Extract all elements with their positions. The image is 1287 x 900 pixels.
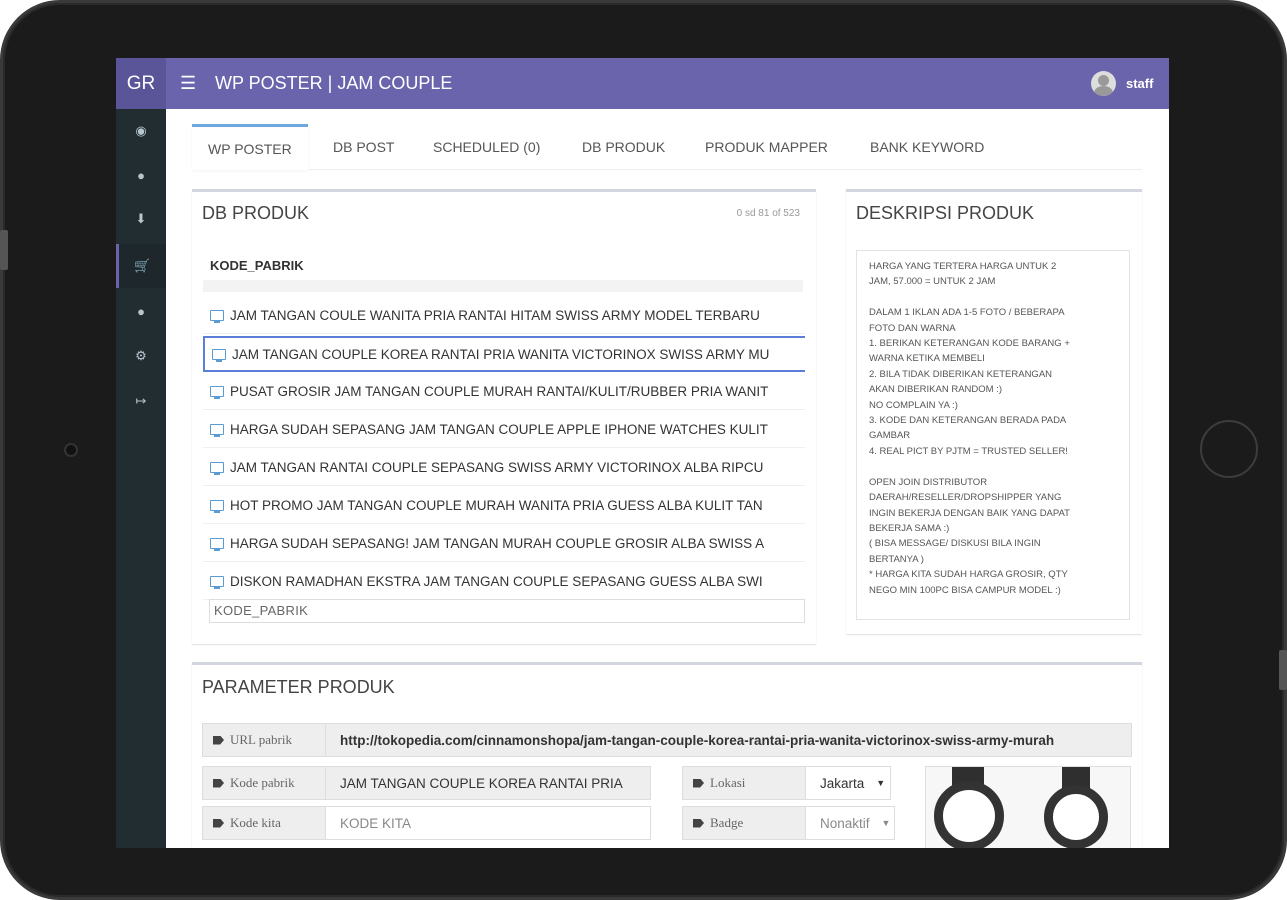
lokasi-label: Lokasi — [682, 766, 806, 800]
tab-db-post[interactable]: DB POST — [317, 124, 410, 170]
user-icon[interactable]: ● — [116, 153, 166, 197]
kode-pabrik-field[interactable]: JAM TANGAN COUPLE KOREA RANTAI PRIA — [325, 766, 651, 800]
monitor-icon — [210, 424, 224, 437]
monitor-icon — [210, 462, 224, 475]
deskripsi-box: DESKRIPSI PRODUK HARGA YANG TERTERA HARG… — [846, 189, 1142, 634]
tab-bar: WP POSTER DB POST SCHEDULED (0) DB PRODU… — [192, 124, 1142, 170]
tag-icon — [693, 818, 704, 828]
description-textarea[interactable]: HARGA YANG TERTERA HARGA UNTUK 2 JAM, 57… — [856, 250, 1130, 620]
tag-icon — [213, 778, 224, 788]
camera-icon — [64, 443, 78, 457]
user-icon[interactable]: ● — [116, 289, 166, 333]
page-title: WP POSTER | JAM COUPLE — [215, 73, 453, 93]
dashboard-icon[interactable]: ◉ — [116, 109, 166, 153]
list-item[interactable]: JAM TANGAN COULE WANITA PRIA RANTAI HITA… — [203, 298, 805, 334]
tag-icon — [213, 818, 224, 828]
caret-down-icon: ▼ — [881, 818, 891, 828]
tag-icon — [693, 778, 704, 788]
share-icon[interactable]: ⚙ — [116, 334, 166, 378]
monitor-icon — [210, 310, 224, 323]
kode-pabrik-filter-input[interactable]: KODE_PABRIK — [209, 599, 805, 623]
lokasi-select[interactable]: Jakarta ▼ — [805, 766, 891, 800]
tab-produk-mapper[interactable]: PRODUK MAPPER — [689, 124, 844, 170]
tab-db-produk[interactable]: DB PRODUK — [566, 124, 681, 170]
home-button[interactable] — [1200, 420, 1258, 478]
db-produk-box: DB PRODUK 0 sd 81 of 523 KODE_PABRIK JAM… — [192, 189, 816, 644]
brand-logo[interactable]: GR — [116, 58, 166, 109]
column-filter-bar — [203, 280, 803, 292]
user-name[interactable]: staff — [1126, 76, 1153, 91]
list-item[interactable]: JAM TANGAN RANTAI COUPLE SEPASANG SWISS … — [203, 450, 805, 486]
url-pabrik-field[interactable]: http://tokopedia.com/cinnamonshopa/jam-t… — [325, 723, 1132, 757]
kode-kita-label: Kode kita — [202, 806, 326, 840]
tab-bank-keyword[interactable]: BANK KEYWORD — [854, 124, 1000, 170]
deskripsi-title: DESKRIPSI PRODUK — [856, 203, 1035, 223]
tab-scheduled[interactable]: SCHEDULED (0) — [417, 124, 556, 170]
list-item[interactable]: PUSAT GROSIR JAM TANGAN COUPLE MURAH RAN… — [203, 374, 805, 410]
parameter-box: PARAMETER PRODUK URL pabrik http://tokop… — [192, 662, 1142, 848]
parameter-title: PARAMETER PRODUK — [202, 677, 395, 697]
cart-icon[interactable]: 🛒 — [116, 244, 166, 288]
monitor-icon — [210, 538, 224, 551]
caret-down-icon: ▼ — [876, 778, 886, 788]
tab-wp-poster[interactable]: WP POSTER — [192, 124, 308, 170]
sidebar: ◉ ● ⬇ 🛒 ● ⚙ ↦ — [116, 109, 166, 848]
badge-select[interactable]: Nonaktif ▼ — [805, 806, 895, 840]
list-item-selected[interactable]: JAM TANGAN COUPLE KOREA RANTAI PRIA WANI… — [203, 336, 805, 372]
monitor-icon — [210, 500, 224, 513]
watch-image — [1044, 785, 1108, 848]
product-image[interactable] — [925, 766, 1131, 848]
kode-pabrik-label: Kode pabrik — [202, 766, 326, 800]
logout-icon[interactable]: ↦ — [116, 379, 166, 423]
volume-button — [0, 230, 8, 270]
menu-toggle-icon[interactable]: ☰ — [180, 73, 196, 94]
list-item[interactable]: HOT PROMO JAM TANGAN COUPLE MURAH WANITA… — [203, 488, 805, 524]
list-item[interactable]: DISKON RAMADHAN EKSTRA JAM TANGAN COUPLE… — [203, 564, 805, 600]
main-content: WP POSTER DB POST SCHEDULED (0) DB PRODU… — [166, 109, 1169, 848]
top-bar: GR ☰ WP POSTER | JAM COUPLE staff — [116, 58, 1169, 109]
monitor-icon — [210, 386, 224, 399]
watch-image — [934, 781, 1004, 848]
column-header[interactable]: KODE_PABRIK — [210, 258, 304, 273]
monitor-icon — [212, 348, 226, 362]
badge-label: Badge — [682, 806, 806, 840]
db-produk-title: DB PRODUK — [202, 203, 310, 223]
screen: GR ☰ WP POSTER | JAM COUPLE staff ◉ ● ⬇ … — [116, 58, 1169, 848]
download-icon[interactable]: ⬇ — [116, 197, 166, 241]
list-item[interactable]: HARGA SUDAH SEPASANG JAM TANGAN COUPLE A… — [203, 412, 805, 448]
kode-kita-field[interactable]: KODE KITA — [325, 806, 651, 840]
tag-icon — [213, 735, 224, 745]
list-item[interactable]: HARGA SUDAH SEPASANG! JAM TANGAN MURAH C… — [203, 526, 805, 562]
record-count: 0 sd 81 of 523 — [736, 208, 800, 219]
url-pabrik-label: URL pabrik — [202, 723, 326, 757]
monitor-icon — [210, 576, 224, 589]
avatar[interactable] — [1091, 71, 1116, 96]
power-button — [1279, 650, 1287, 690]
